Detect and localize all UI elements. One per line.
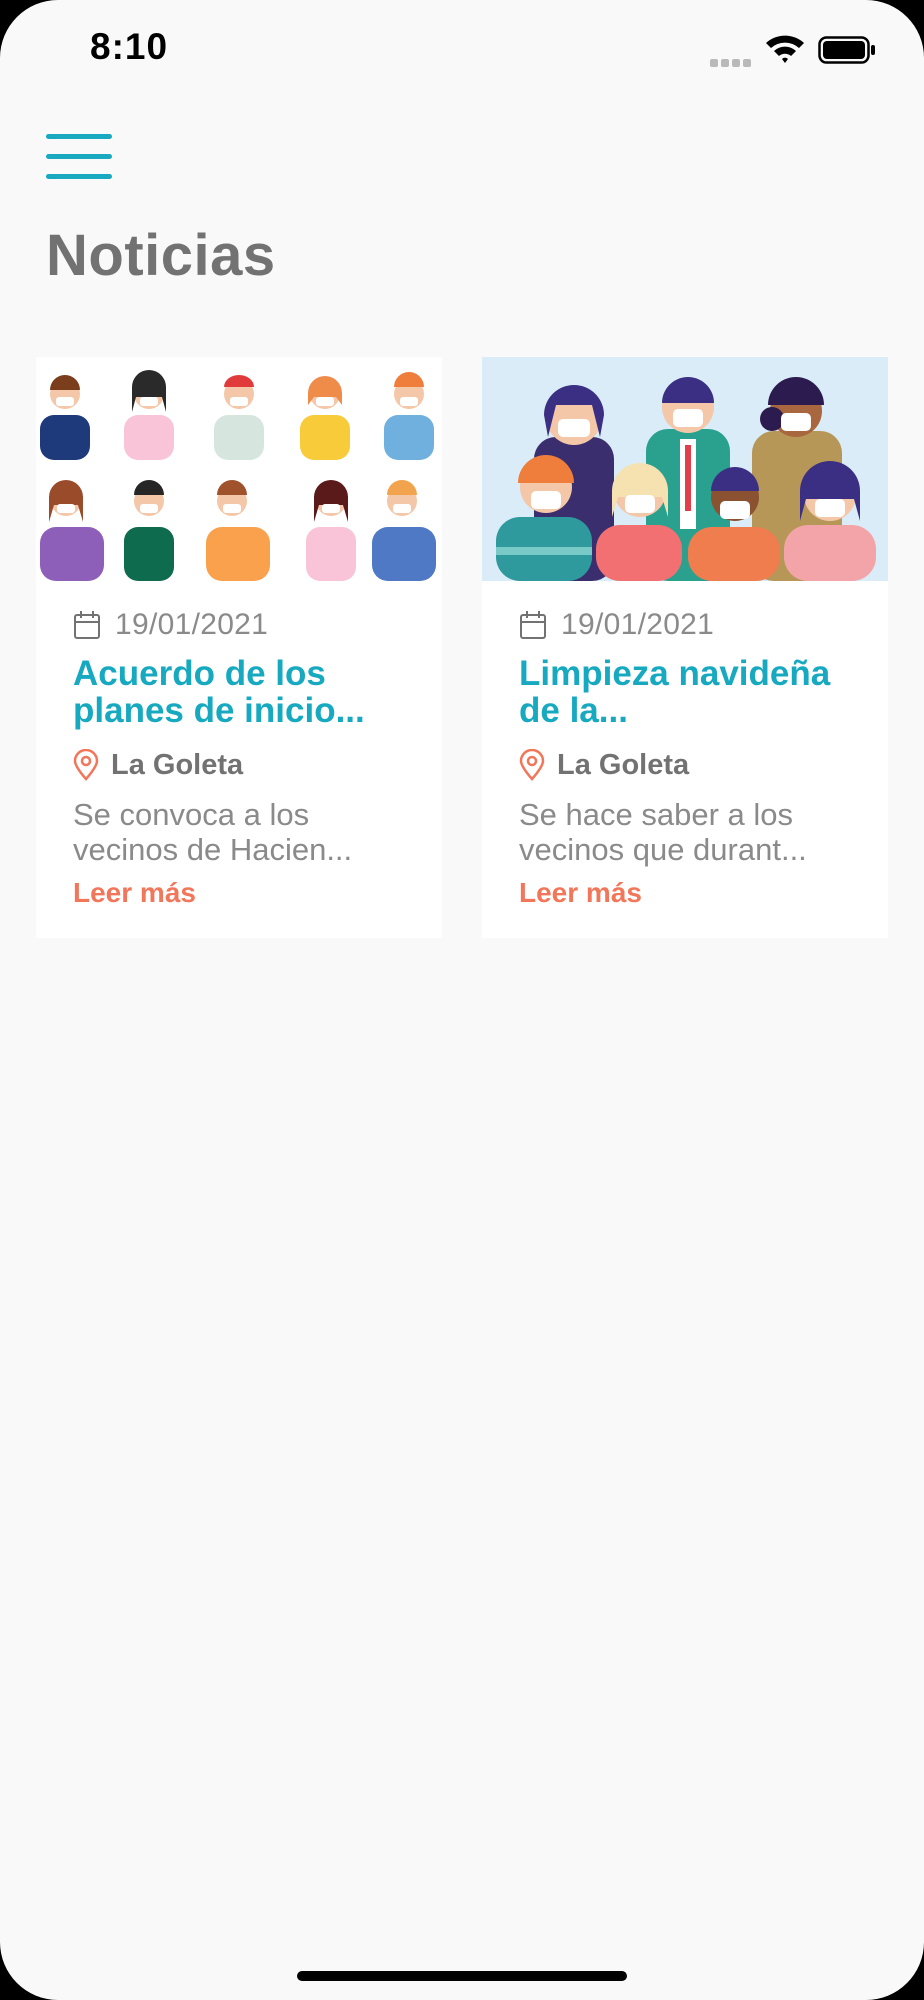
news-card-date: 19/01/2021 — [115, 608, 269, 641]
news-card-title[interactable]: Acuerdo de los planes de inicio... — [73, 655, 413, 729]
news-card-excerpt: Se hace saber a los vecinos que durant..… — [519, 797, 807, 867]
read-more-link[interactable]: Leer más — [73, 877, 196, 909]
news-card-image — [36, 357, 442, 581]
home-indicator[interactable] — [297, 1971, 627, 1981]
location-pin-icon — [73, 749, 99, 781]
news-card-date-row: 19/01/2021 — [73, 607, 268, 643]
news-card-location-row: La Goleta — [73, 747, 243, 783]
wifi-icon — [766, 35, 804, 63]
battery-icon — [818, 36, 875, 64]
news-card[interactable]: 19/01/2021 Acuerdo de los planes de inic… — [36, 357, 442, 938]
hamburger-menu-icon[interactable] — [46, 132, 112, 182]
app-screen: 8:10 Noticias 19/01/2021 Acuerdo de los … — [0, 0, 924, 2000]
calendar-icon — [520, 611, 546, 639]
news-card[interactable]: 19/01/2021 Limpieza navideña de la... La… — [482, 357, 888, 938]
news-card-location: La Goleta — [111, 748, 244, 781]
news-card-title[interactable]: Limpieza navideña de la... — [519, 655, 859, 729]
news-card-image — [482, 357, 888, 581]
news-card-date-row: 19/01/2021 — [519, 607, 714, 643]
status-time: 8:10 — [90, 26, 169, 67]
cellular-signal-icon — [710, 54, 754, 67]
news-card-location: La Goleta — [557, 748, 690, 781]
read-more-link[interactable]: Leer más — [519, 877, 642, 909]
status-bar: 8:10 — [0, 0, 924, 100]
page-title: Noticias — [46, 223, 276, 288]
location-pin-icon — [519, 749, 545, 781]
news-card-excerpt: Se convoca a los vecinos de Hacien... — [73, 797, 353, 867]
calendar-icon — [74, 611, 100, 639]
news-card-date: 19/01/2021 — [561, 608, 715, 641]
news-card-location-row: La Goleta — [519, 747, 689, 783]
